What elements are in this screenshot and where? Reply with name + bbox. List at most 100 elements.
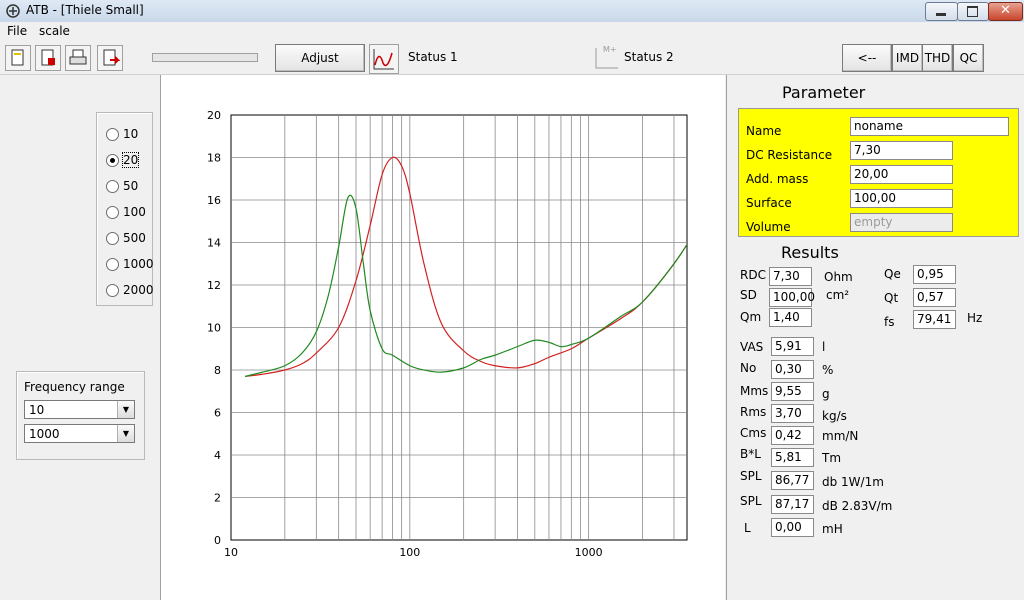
radio-button[interactable]: [106, 128, 119, 141]
x-tick-label: 10: [224, 546, 238, 559]
restore-button[interactable]: [957, 2, 989, 21]
radio-button[interactable]: [106, 258, 119, 271]
vas-label: VAS: [740, 340, 764, 354]
qm-value: 1,40: [769, 308, 812, 327]
menu-file[interactable]: File: [7, 24, 27, 38]
add-mass-label: Add. mass: [746, 172, 809, 186]
cms-value: 0,42: [771, 426, 814, 445]
close-button[interactable]: ✕: [988, 2, 1023, 21]
radio-button[interactable]: [106, 284, 119, 297]
radio-button[interactable]: [106, 180, 119, 193]
radio-option-2000[interactable]: 2000: [106, 282, 154, 298]
rms-value: 3,70: [771, 404, 814, 423]
radio-option-500[interactable]: 500: [106, 230, 146, 246]
rdc-unit: Ohm: [824, 270, 853, 284]
status1-graph-button[interactable]: [369, 44, 399, 74]
qm-label: Qm: [740, 310, 762, 324]
right-panel: Parameter Name noname DC Resistance 7,30…: [726, 75, 1024, 600]
adjust-button[interactable]: Adjust: [275, 44, 365, 72]
radio-option-label: 1000: [123, 257, 154, 271]
status1-label: Status 1: [408, 50, 458, 64]
y-tick-label: 0: [214, 534, 221, 547]
y-tick-label: 2: [214, 492, 221, 505]
frequency-range-group: Frequency range 10 ▼ 1000 ▼: [16, 371, 145, 460]
vas-unit: l: [822, 340, 826, 354]
rms-unit: kg/s: [822, 409, 847, 423]
y-tick-label: 10: [207, 322, 221, 335]
spl1-unit: db 1W/1m: [822, 475, 884, 489]
toolbar: Adjust Status 1 M+ Status 2 <-- IMD THD …: [0, 41, 1024, 75]
surface-field[interactable]: 100,00: [850, 189, 953, 208]
frequency-range-label: Frequency range: [24, 380, 125, 394]
print-button[interactable]: [65, 45, 91, 71]
thd-button[interactable]: THD: [922, 44, 953, 72]
left-panel: 10 20 50 100 500 1000 2000 Frequency range 10 …: [0, 75, 161, 600]
fs-label: fs: [884, 315, 895, 329]
radio-option-20[interactable]: 20: [106, 152, 146, 168]
y-tick-label: 8: [214, 364, 221, 377]
y-tick-label: 4: [214, 449, 221, 462]
qc-button[interactable]: QC: [953, 44, 984, 72]
impedance-chart: 0 2 4 6 8 10 12 14 16 18 20 10 100 1000: [207, 109, 688, 559]
frequency-to-select[interactable]: 1000 ▼: [24, 424, 135, 443]
export-button[interactable]: [97, 45, 123, 71]
radio-option-label: 50: [123, 179, 139, 193]
spl2-unit: dB 2.83V/m: [822, 499, 893, 513]
frequency-to-value: 1000: [29, 427, 60, 441]
graph-icon: [373, 49, 394, 70]
radio-option-1000[interactable]: 1000: [106, 256, 154, 272]
save-file-button[interactable]: [35, 45, 61, 71]
resolution-radio-group: 10 20 50 100 500 1000 2000: [96, 112, 154, 306]
no-unit: %: [822, 363, 834, 377]
minimize-button[interactable]: [925, 2, 958, 21]
frequency-from-select[interactable]: 10 ▼: [24, 400, 135, 419]
qt-value: 0,57: [913, 288, 956, 307]
radio-option-10[interactable]: 10: [106, 126, 146, 142]
chevron-down-icon[interactable]: ▼: [117, 401, 134, 418]
mms-label: Mms: [740, 384, 769, 398]
radio-button[interactable]: [106, 232, 119, 245]
save-file-icon: [41, 49, 55, 66]
radio-option-50[interactable]: 50: [106, 178, 146, 194]
name-label: Name: [746, 124, 782, 138]
fs-unit: Hz: [967, 311, 983, 325]
l-unit: mH: [822, 522, 843, 536]
y-tick-label: 14: [207, 237, 221, 250]
qt-label: Qt: [884, 291, 899, 305]
bl-value: 5,81: [771, 448, 814, 467]
menu-scale[interactable]: scale: [39, 24, 70, 38]
parameter-title: Parameter: [782, 83, 866, 102]
m-plus-label: M+: [603, 45, 617, 54]
status2-graph-button[interactable]: M+: [592, 44, 622, 72]
no-label: No: [740, 361, 757, 375]
y-tick-label: 18: [207, 152, 221, 165]
spl2-label: SPL: [740, 494, 762, 508]
bl-unit: Tm: [822, 451, 842, 465]
y-tick-label: 12: [207, 279, 221, 292]
y-tick-label: 6: [214, 407, 221, 420]
printer-icon: [69, 49, 87, 65]
frequency-from-value: 10: [29, 403, 45, 417]
bl-label: B*L: [740, 447, 761, 461]
l-value: 0,00: [771, 518, 814, 537]
imd-button[interactable]: IMD: [892, 44, 923, 72]
radio-option-label: 10: [123, 127, 139, 141]
spl1-label: SPL: [740, 469, 762, 483]
radio-option-label: 100: [123, 205, 146, 219]
progress-bar: [152, 53, 258, 62]
radio-button[interactable]: [106, 206, 119, 219]
radio-option-label: 500: [123, 231, 146, 245]
name-field[interactable]: noname: [850, 117, 1009, 136]
parameter-box: Name noname DC Resistance 7,30 Add. mass…: [738, 108, 1019, 237]
radio-option-100[interactable]: 100: [106, 204, 146, 220]
back-button[interactable]: <--: [842, 44, 892, 72]
new-file-button[interactable]: [5, 45, 31, 71]
dc-resistance-label: DC Resistance: [746, 148, 833, 162]
chevron-down-icon[interactable]: ▼: [117, 425, 134, 442]
radio-button[interactable]: [106, 154, 119, 167]
rdc-label: RDC: [740, 268, 766, 282]
add-mass-field[interactable]: 20,00: [850, 165, 953, 184]
cms-label: Cms: [740, 426, 767, 440]
y-tick-label: 16: [207, 194, 221, 207]
dc-resistance-field[interactable]: 7,30: [850, 141, 953, 160]
